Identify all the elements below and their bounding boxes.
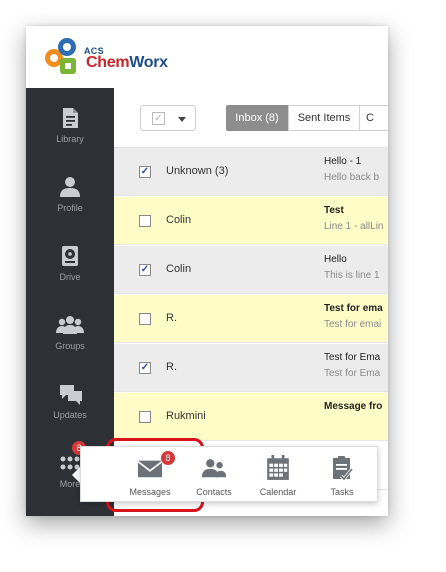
message-sender: Unknown (3) xyxy=(166,165,229,177)
sidebar-item-label: Groups xyxy=(55,341,85,351)
message-subject: Hello xyxy=(324,254,347,265)
message-sender: Colin xyxy=(166,214,192,226)
popup-item-label: Messages xyxy=(129,487,171,497)
app-header: ACS ChemWorx xyxy=(26,26,388,88)
message-preview: Hello back b xyxy=(324,172,380,183)
row-checkbox[interactable]: ✓ xyxy=(139,362,151,374)
message-row[interactable]: ✓ Colin Hello This is line 1 xyxy=(114,246,388,294)
message-subject: Test for Ema xyxy=(324,352,381,363)
messages-toolbar: ✓ Inbox (8) Sent Items C xyxy=(114,88,388,148)
message-sender: R. xyxy=(166,312,177,324)
row-checkbox[interactable]: ✓ xyxy=(139,166,151,178)
more-popup-menu: 8 Messages Contacts Calendar Tasks xyxy=(80,446,378,502)
tasks-icon xyxy=(333,456,354,481)
popup-item-calendar[interactable]: Calendar xyxy=(245,447,309,503)
sidebar-item-groups[interactable]: Groups xyxy=(26,295,114,363)
row-checkbox[interactable] xyxy=(139,411,151,423)
popup-item-tasks[interactable]: Tasks xyxy=(309,447,373,503)
sidebar-item-drive[interactable]: Drive xyxy=(26,226,114,294)
popup-item-messages[interactable]: 8 Messages xyxy=(117,447,181,503)
message-subject: Hello - 1 xyxy=(324,156,362,167)
select-all-checkbox[interactable]: ✓ xyxy=(152,112,165,125)
row-checkbox[interactable]: ✓ xyxy=(139,264,151,276)
message-sender: Rukmini xyxy=(166,410,206,422)
document-icon xyxy=(63,108,78,128)
message-row[interactable]: Rukmini Message fro xyxy=(114,393,388,441)
select-all-dropdown[interactable]: ✓ xyxy=(140,105,196,131)
message-row[interactable]: Colin Test Line 1 - allLin xyxy=(114,197,388,245)
message-row[interactable]: ✓ R. Test for Ema Test for Ema xyxy=(114,344,388,392)
popup-item-contacts[interactable]: Contacts xyxy=(181,447,245,503)
sidebar-item-updates[interactable]: Updates xyxy=(26,364,114,432)
chat-icon xyxy=(60,385,82,405)
sidebar-item-library[interactable]: Library xyxy=(26,88,114,156)
message-preview: Test for Ema xyxy=(324,368,381,379)
message-subject: Test xyxy=(324,205,344,216)
tab-inbox[interactable]: Inbox (8) xyxy=(226,105,288,131)
logo-brand-text: ChemWorx xyxy=(86,54,168,71)
message-subject: Message fro xyxy=(324,401,383,412)
message-preview: Test for emai xyxy=(324,319,382,330)
sidebar-item-label: Profile xyxy=(57,203,83,213)
message-row[interactable]: ✓ Unknown (3) Hello - 1 Hello back b xyxy=(114,148,388,196)
message-row[interactable]: R. Test for ema Test for emai xyxy=(114,295,388,343)
chemworx-logo[interactable]: ACS ChemWorx xyxy=(40,36,200,80)
contacts-icon xyxy=(201,459,227,478)
groups-icon xyxy=(56,316,84,334)
messages-badge: 8 xyxy=(161,451,175,465)
popup-item-label: Contacts xyxy=(196,487,232,497)
logo-mark-icon xyxy=(45,38,76,74)
popup-item-label: Calendar xyxy=(259,487,297,497)
message-sender: Colin xyxy=(166,263,192,275)
chevron-down-icon xyxy=(178,117,186,122)
tab-sent-items[interactable]: Sent Items xyxy=(288,105,360,131)
drive-icon xyxy=(62,246,78,266)
row-checkbox[interactable] xyxy=(139,313,151,325)
app-window: ACS ChemWorx Library Profile Drive Group… xyxy=(26,26,388,516)
sidebar-item-label: Drive xyxy=(59,272,81,282)
sidebar-item-label: Library xyxy=(56,134,84,144)
sidebar-item-profile[interactable]: Profile xyxy=(26,157,114,225)
message-preview: This is line 1 xyxy=(324,270,380,281)
message-preview: Line 1 - allLin xyxy=(324,221,384,232)
message-subject: Test for ema xyxy=(324,303,383,314)
envelope-icon xyxy=(137,460,163,478)
sidebar-item-label: Updates xyxy=(53,410,87,420)
popup-item-label: Tasks xyxy=(330,487,354,497)
message-sender: R. xyxy=(166,361,177,373)
user-icon xyxy=(60,177,80,197)
row-checkbox[interactable] xyxy=(139,215,151,227)
calendar-icon xyxy=(267,455,289,480)
tab-other[interactable]: C xyxy=(360,105,388,131)
